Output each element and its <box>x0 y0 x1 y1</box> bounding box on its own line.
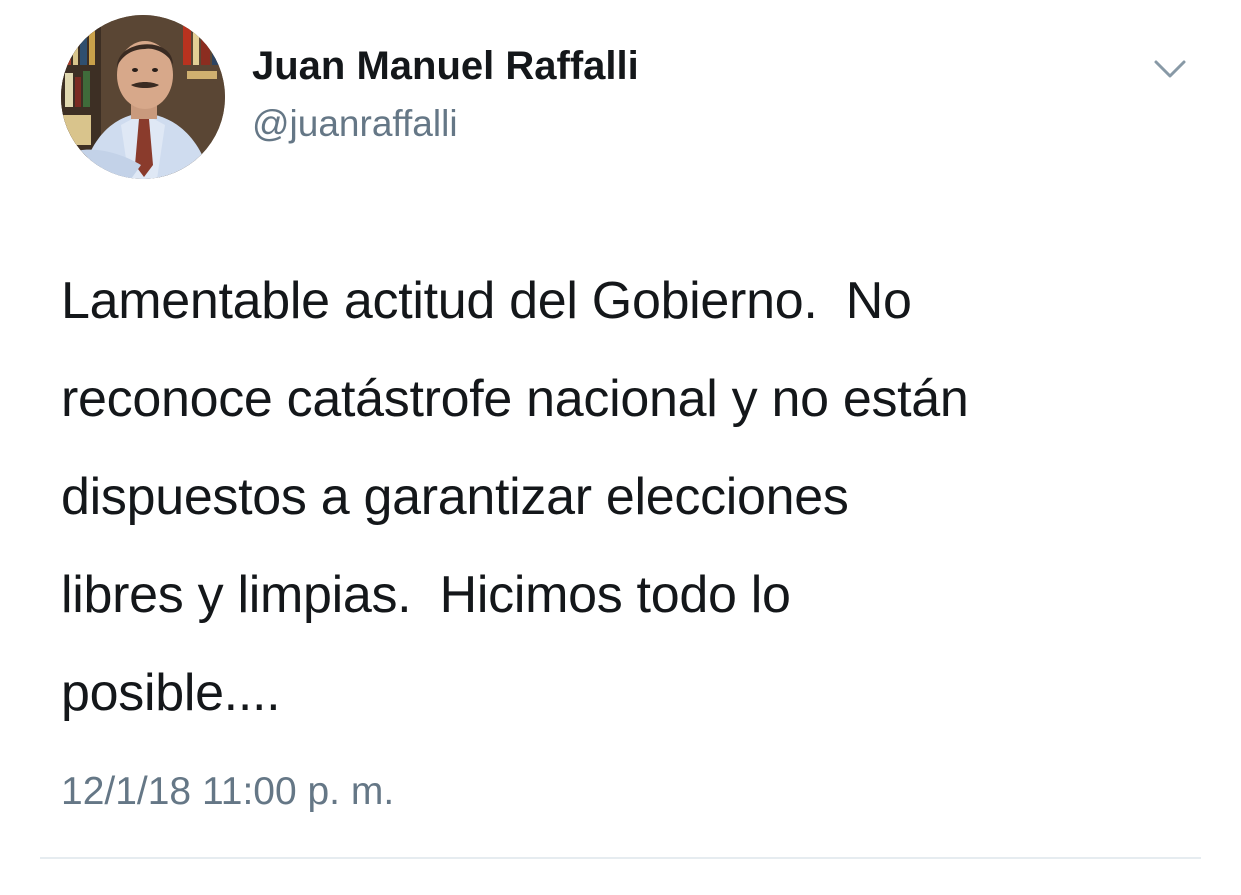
divider <box>40 857 1201 859</box>
display-name[interactable]: Juan Manuel Raffalli <box>252 42 639 90</box>
avatar-photo <box>61 15 225 179</box>
tweet-card: Juan Manuel Raffalli @juanraffalli Lamen… <box>0 0 1241 895</box>
chevron-down-icon[interactable] <box>1150 54 1190 84</box>
profile-avatar[interactable] <box>61 15 225 179</box>
tweet-text: Lamentable actitud del Gobierno. No reco… <box>61 272 969 722</box>
user-handle[interactable]: @juanraffalli <box>252 101 458 147</box>
tweet-timestamp[interactable]: 12/1/18 11:00 p. m. <box>61 768 394 816</box>
